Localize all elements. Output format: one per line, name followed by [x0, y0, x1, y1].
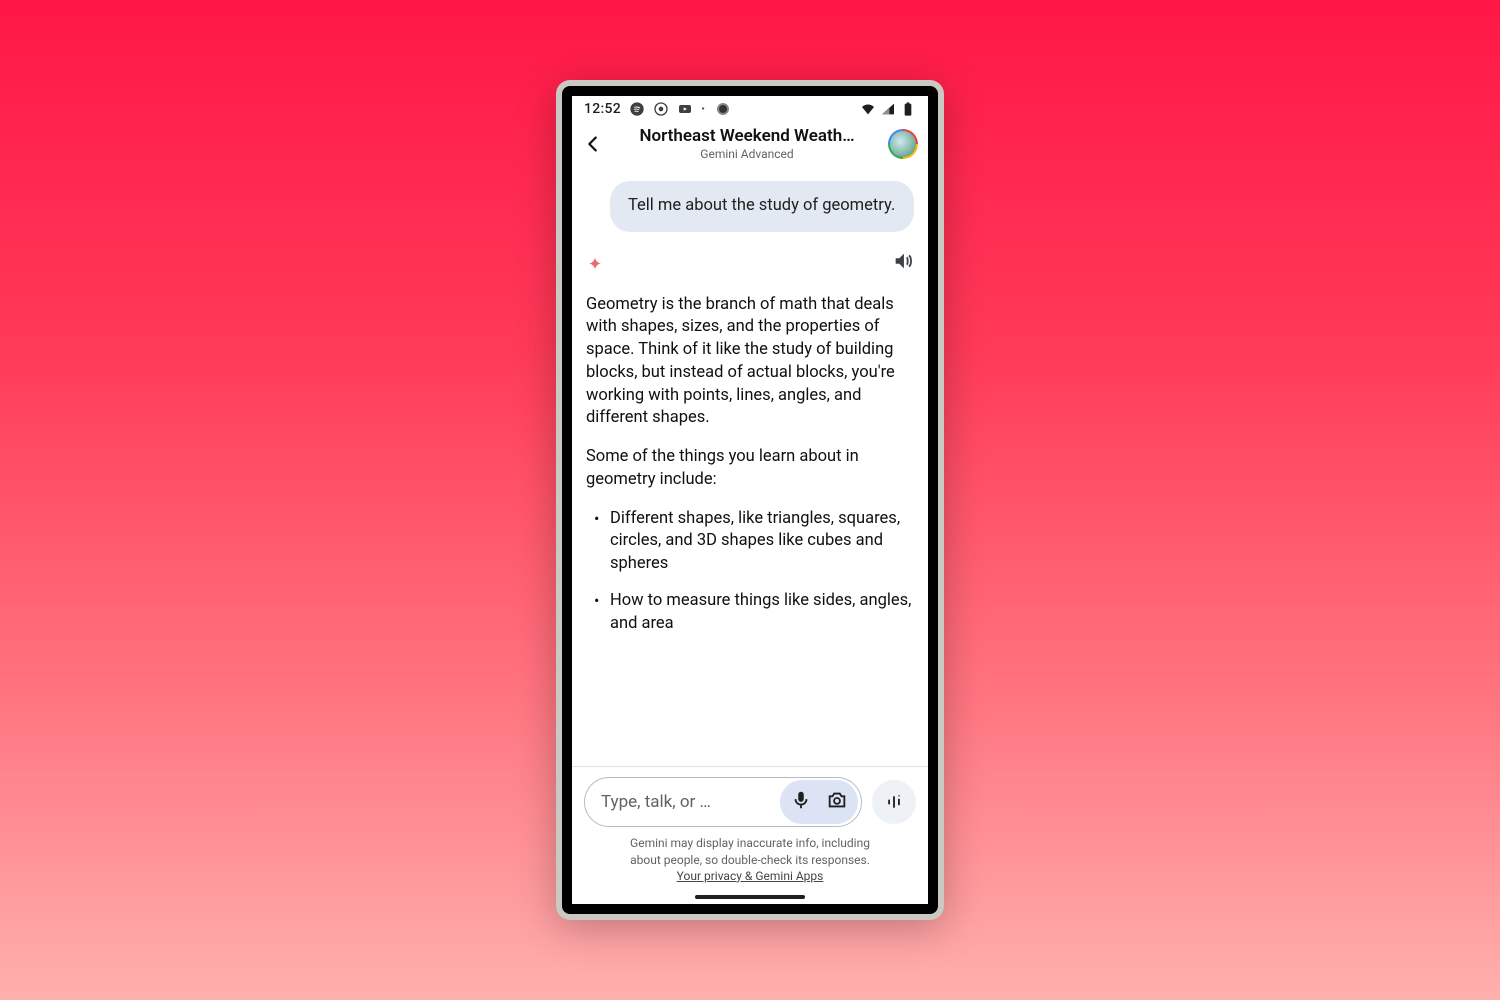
response-paragraph: Some of the things you learn about in ge…: [586, 446, 914, 492]
chat-body[interactable]: Tell me about the study of geometry. Ge: [572, 167, 928, 766]
assistant-response: Geometry is the branch of math that deal…: [586, 294, 914, 636]
response-header: [586, 250, 914, 280]
input-area: Type, talk, or …: [572, 766, 928, 890]
clock: 12:52: [584, 101, 621, 117]
speaker-icon: [892, 250, 914, 272]
status-left: 12:52 ·: [584, 101, 729, 117]
wifi-icon: [860, 101, 876, 117]
gesture-bar[interactable]: [572, 890, 928, 904]
screen: 12:52 · Northeas: [572, 96, 928, 904]
nav-handle: [695, 895, 805, 899]
battery-icon: [900, 101, 916, 117]
list-item: How to measure things like sides, angles…: [592, 590, 914, 636]
disclaimer-line: about people, so double-check its respon…: [584, 852, 916, 868]
profile-avatar[interactable]: [888, 129, 918, 159]
phone-frame: 12:52 · Northeas: [556, 80, 944, 920]
gemini-live-button[interactable]: [872, 780, 916, 824]
input-placeholder: Type, talk, or …: [601, 792, 780, 812]
chat-subtitle: Gemini Advanced: [614, 147, 880, 161]
status-bar: 12:52 ·: [572, 96, 928, 122]
camera-button[interactable]: [826, 789, 848, 815]
app-icon-youtube: [677, 101, 693, 117]
chat-header: Northeast Weekend Weath… Gemini Advanced: [572, 122, 928, 167]
chat-title: Northeast Weekend Weath…: [614, 126, 880, 146]
header-titles: Northeast Weekend Weath… Gemini Advanced: [614, 126, 880, 161]
mic-icon: [790, 789, 812, 811]
disclaimer: Gemini may display inaccurate info, incl…: [584, 835, 916, 884]
waveform-icon: [884, 792, 904, 812]
status-dot: ·: [701, 101, 705, 117]
input-row: Type, talk, or …: [584, 777, 916, 827]
phone-bezel: 12:52 · Northeas: [562, 86, 938, 914]
app-icon-spotify: [629, 101, 645, 117]
chevron-left-icon: [582, 133, 604, 155]
response-paragraph: Geometry is the branch of math that deal…: [586, 294, 914, 431]
signal-icon: [880, 101, 896, 117]
app-icon-chrome: [653, 101, 669, 117]
gemini-sparkle-icon: [586, 256, 604, 274]
response-list: Different shapes, like triangles, square…: [586, 508, 914, 636]
back-button[interactable]: [580, 131, 606, 157]
front-camera-dot: [717, 103, 729, 115]
message-input[interactable]: Type, talk, or …: [584, 777, 862, 827]
user-message-bubble: Tell me about the study of geometry.: [610, 181, 914, 232]
avatar-image: [890, 131, 916, 157]
mic-button[interactable]: [790, 789, 812, 815]
privacy-link[interactable]: Your privacy & Gemini Apps: [677, 869, 824, 883]
user-message-text: Tell me about the study of geometry.: [628, 196, 895, 215]
status-right: [860, 101, 916, 117]
read-aloud-button[interactable]: [892, 250, 914, 280]
input-tools: [780, 780, 858, 824]
list-item: Different shapes, like triangles, square…: [592, 508, 914, 576]
camera-icon: [826, 789, 848, 811]
disclaimer-line: Gemini may display inaccurate info, incl…: [584, 835, 916, 851]
